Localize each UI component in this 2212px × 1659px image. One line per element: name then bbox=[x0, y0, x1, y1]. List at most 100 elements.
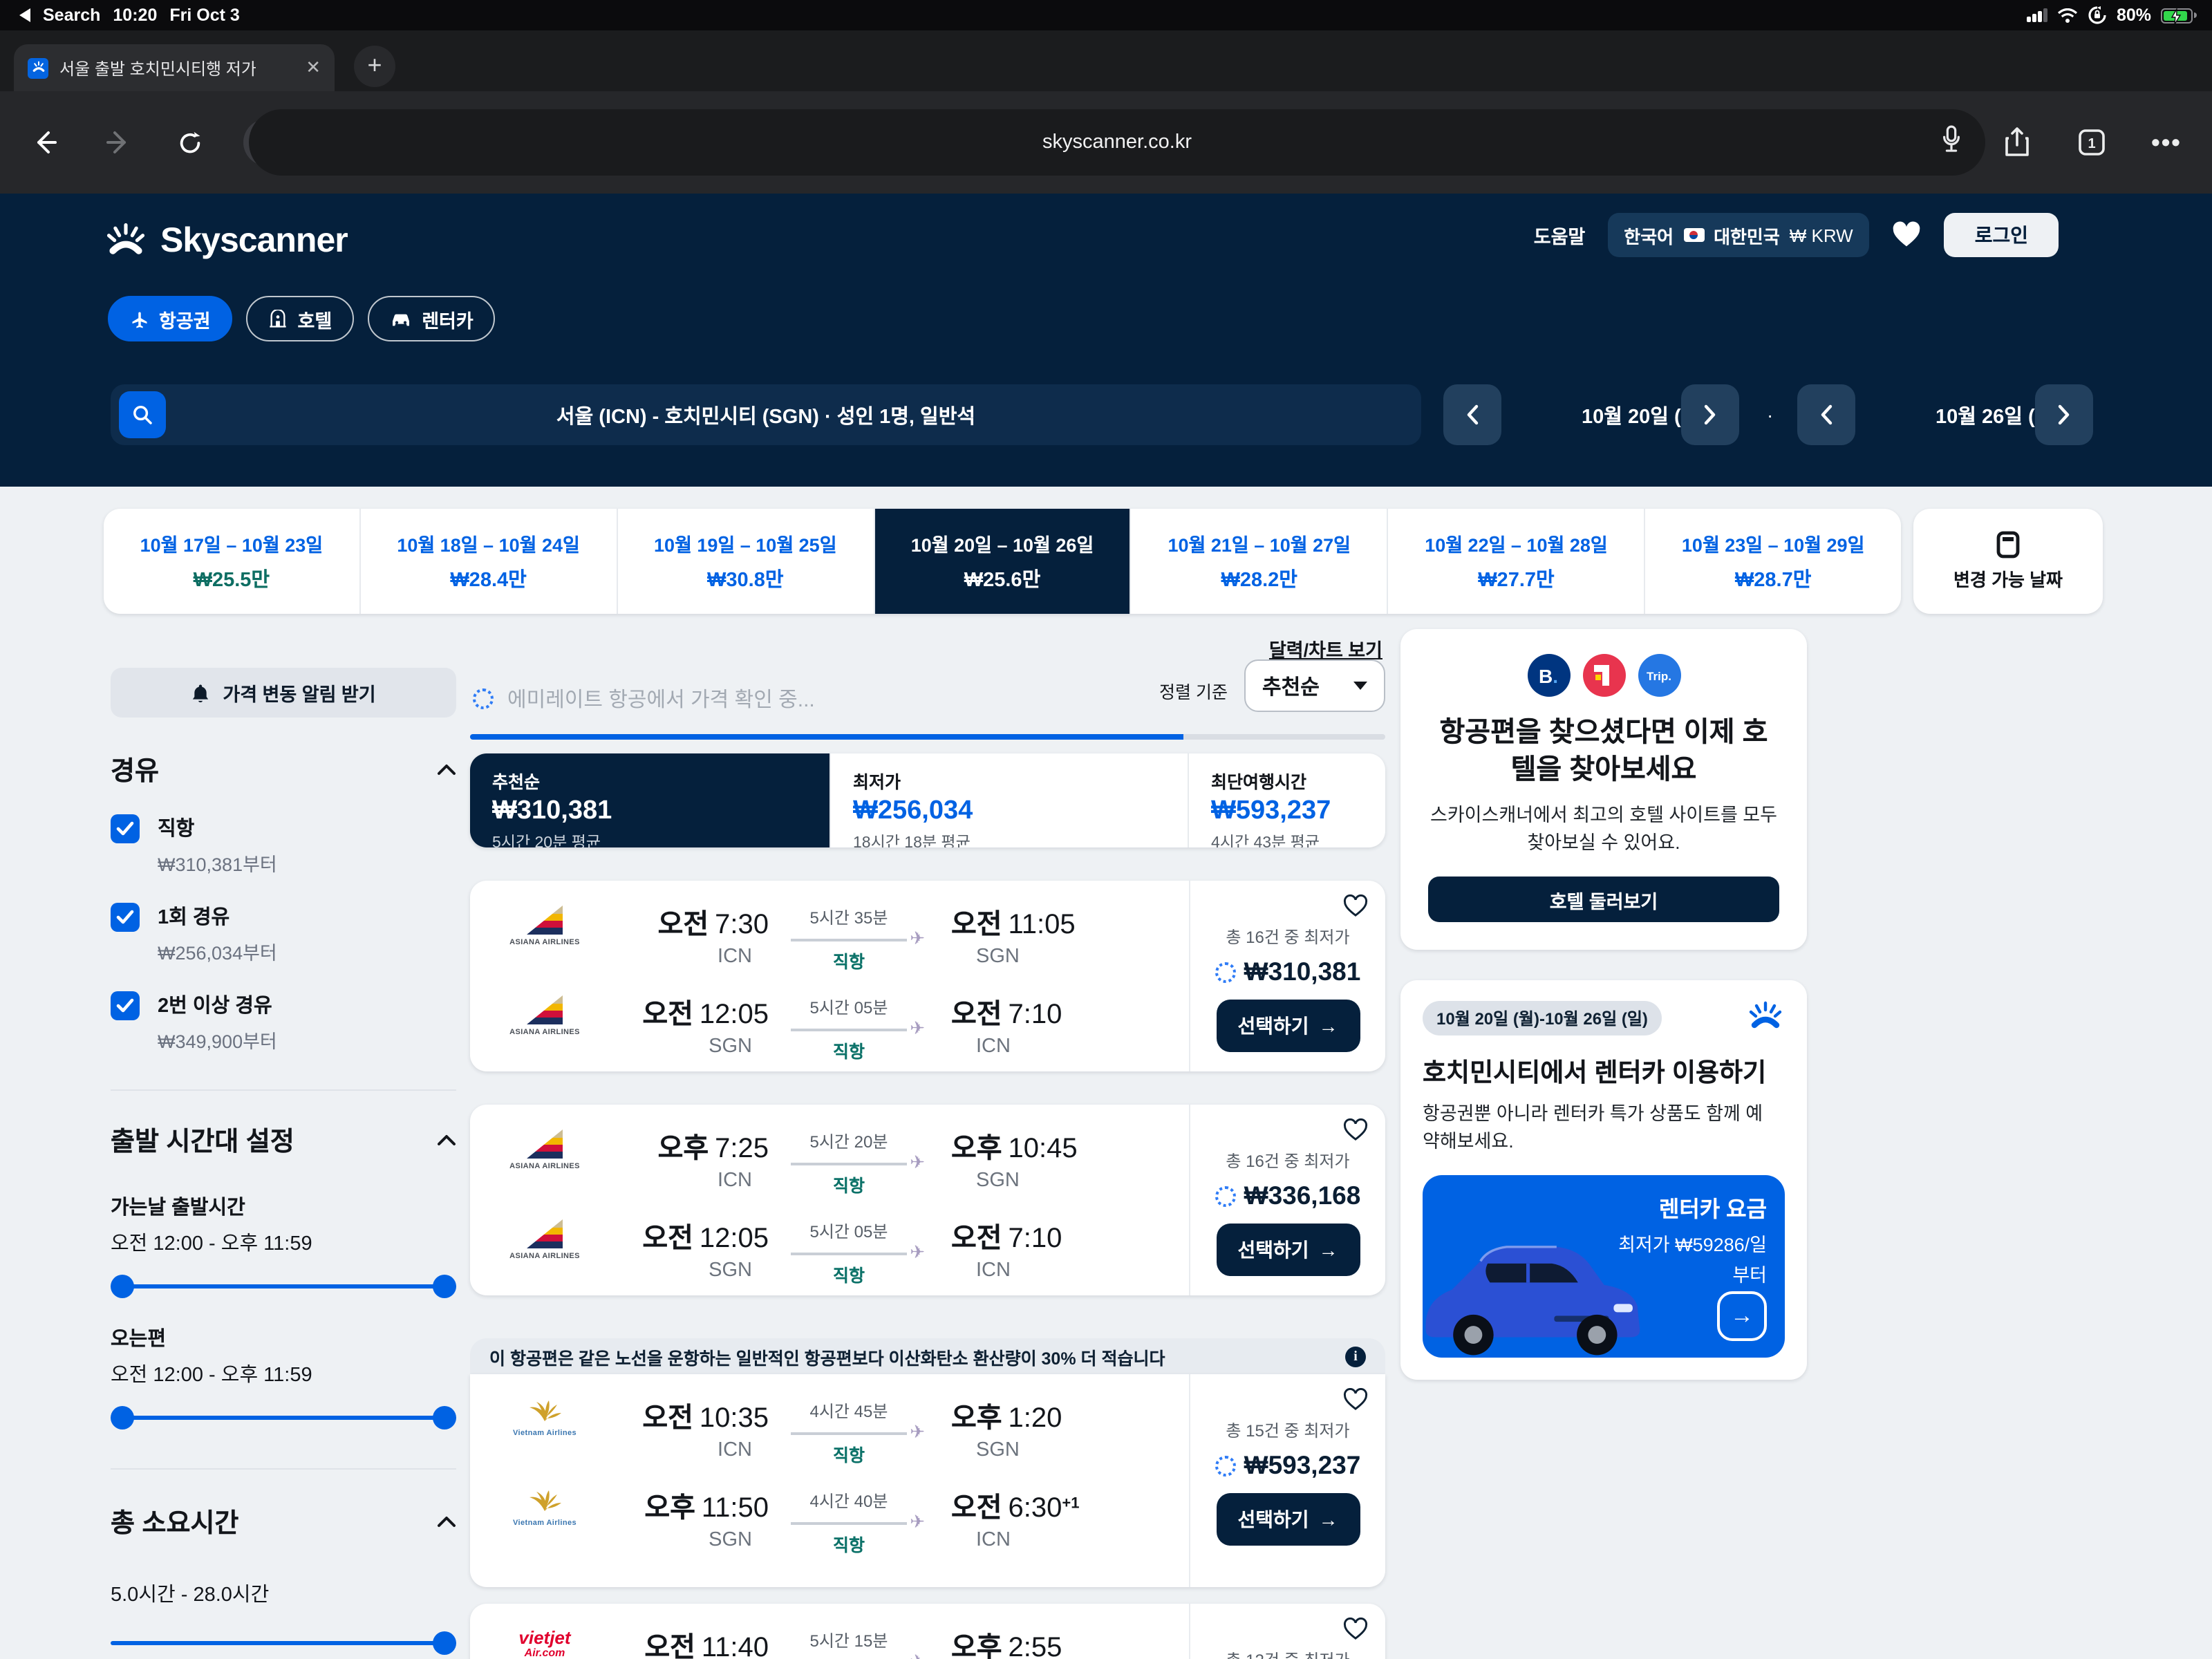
divider bbox=[111, 1468, 456, 1470]
chevron-down-icon bbox=[1353, 682, 1367, 690]
saved-heart-icon[interactable] bbox=[1892, 221, 1922, 249]
search-summary-bar[interactable]: 서울 (ICN) - 호치민시티 (SGN) · 성인 1명, 일반석 bbox=[111, 384, 1421, 445]
deal-count: 총 16건 중 최저가 bbox=[1226, 925, 1349, 948]
locale-selector[interactable]: 한국어 대한민국 ₩ KRW bbox=[1607, 213, 1869, 257]
duration-slider[interactable] bbox=[111, 1630, 456, 1655]
save-heart-icon[interactable] bbox=[1342, 1118, 1369, 1149]
share-icon[interactable] bbox=[1994, 119, 2041, 166]
search-icon[interactable] bbox=[119, 391, 166, 438]
reload-button[interactable] bbox=[166, 119, 213, 166]
locale-country: 대한민국 bbox=[1714, 222, 1780, 248]
skyscanner-favicon bbox=[28, 57, 48, 78]
select-button[interactable]: 선택하기→ bbox=[1216, 1493, 1360, 1546]
mic-icon[interactable] bbox=[1940, 123, 1963, 162]
new-tab-button[interactable]: + bbox=[354, 46, 395, 87]
car-promo-arrow-button[interactable]: → bbox=[1717, 1291, 1767, 1340]
return-date-next-button[interactable] bbox=[2035, 384, 2093, 445]
slider-handle-max[interactable] bbox=[433, 1406, 456, 1430]
depart-date-next-button[interactable] bbox=[1681, 384, 1739, 445]
browser-tab[interactable]: 서울 출발 호치민시티행 저가 ✕ bbox=[14, 44, 335, 91]
chevron-up-icon bbox=[437, 1515, 456, 1528]
date-tab-1[interactable]: 10월 17일 – 10월 23일₩25.5만 bbox=[104, 509, 361, 614]
sort-value: 추천순 bbox=[1262, 671, 1320, 700]
date-tab-7[interactable]: 10월 23일 – 10월 29일₩28.7만 bbox=[1645, 509, 1901, 614]
price-loading-spinner bbox=[1215, 962, 1236, 982]
cellular-signal-icon bbox=[2027, 8, 2047, 22]
save-heart-icon[interactable] bbox=[1342, 1618, 1369, 1648]
date-tab-5[interactable]: 10월 21일 – 10월 27일₩28.2만 bbox=[1132, 509, 1389, 614]
flight-card[interactable]: Vietnam Airlines 오전 10:35ICN 4시간 45분✈직항 … bbox=[470, 1374, 1385, 1587]
plane-icon: ✈ bbox=[910, 1241, 925, 1264]
skyscanner-logo[interactable]: Skyscanner bbox=[104, 221, 348, 261]
tab-close-icon[interactable]: ✕ bbox=[306, 57, 321, 79]
price: ₩336,168 bbox=[1244, 1181, 1361, 1211]
save-heart-icon[interactable] bbox=[1342, 894, 1369, 925]
flight-card[interactable]: ASIANA AIRLINES 오전 7:30ICN 5시간 35분✈직항 오전… bbox=[470, 881, 1385, 1071]
info-icon[interactable]: i bbox=[1345, 1346, 1366, 1367]
price-loading-spinner bbox=[1215, 1185, 1236, 1206]
select-button[interactable]: 선택하기→ bbox=[1216, 1000, 1360, 1052]
korea-flag-icon bbox=[1683, 228, 1704, 242]
save-heart-icon[interactable] bbox=[1342, 1388, 1369, 1418]
login-button[interactable]: 로그인 bbox=[1944, 213, 2059, 257]
date-tab-2[interactable]: 10월 18일 – 10월 24일₩28.4만 bbox=[361, 509, 618, 614]
forward-button[interactable] bbox=[94, 119, 141, 166]
slider-handle-max[interactable] bbox=[433, 1631, 456, 1655]
browser-menu-icon[interactable]: ••• bbox=[2143, 119, 2190, 166]
asiana-airlines-logo: ASIANA AIRLINES bbox=[484, 1125, 606, 1171]
results-column: 달력/차트 보기 에미레이트 항공에서 가격 확인 중... 정렬 기준 추천순… bbox=[470, 629, 1385, 1659]
browser-toolbar: skyscanner.co.kr 1 ••• bbox=[0, 91, 2212, 194]
date-tabs-strip: 10월 17일 – 10월 23일₩25.5만 10월 18일 – 10월 24… bbox=[0, 509, 2212, 614]
svg-text:1: 1 bbox=[2088, 136, 2095, 151]
price-alert-button[interactable]: 가격 변동 알림 받기 bbox=[111, 668, 456, 718]
depart-date-prev-button[interactable] bbox=[1443, 384, 1501, 445]
slider-handle-min[interactable] bbox=[111, 1275, 134, 1298]
url-bar[interactable]: skyscanner.co.kr bbox=[249, 109, 1985, 176]
skyscanner-sun-icon bbox=[104, 222, 148, 261]
back-button[interactable] bbox=[22, 119, 69, 166]
stops-section-header[interactable]: 경유 bbox=[111, 751, 456, 788]
nav-car-rental[interactable]: 렌터카 bbox=[368, 296, 496, 341]
slider-handle-min[interactable] bbox=[111, 1406, 134, 1430]
browser-tab-bar: 서울 출발 호치민시티행 저가 ✕ + bbox=[0, 30, 2212, 91]
duration-section-header[interactable]: 총 소요시간 bbox=[111, 1503, 456, 1540]
tab-cheapest[interactable]: 최저가 ₩256,034 18시간 18분 평균 bbox=[831, 753, 1189, 847]
nav-flights[interactable]: 항공권 bbox=[108, 296, 233, 341]
browse-hotels-button[interactable]: 호텔 둘러보기 bbox=[1428, 877, 1779, 922]
tab-switcher-icon[interactable]: 1 bbox=[2068, 119, 2115, 166]
flight-card[interactable]: ASIANA AIRLINES 오후 7:25ICN 5시간 20분✈직항 오후… bbox=[470, 1105, 1385, 1295]
date-tab-3[interactable]: 10월 19일 – 10월 25일₩30.8만 bbox=[617, 509, 874, 614]
back-to-app-label[interactable]: Search bbox=[43, 6, 100, 25]
car-price-suffix: 부터 bbox=[1618, 1259, 1767, 1286]
filter-one-stop[interactable]: 1회 경유₩256,034부터 bbox=[111, 901, 456, 965]
filter-two-plus-stops[interactable]: 2번 이상 경유₩349,900부터 bbox=[111, 990, 456, 1053]
chevron-up-icon bbox=[437, 763, 456, 776]
price: ₩310,381 bbox=[1244, 957, 1361, 987]
flexible-dates-button[interactable]: 변경 가능 날짜 bbox=[1913, 509, 2103, 614]
tab-fastest[interactable]: 최단여행시간 ₩593,237 4시간 43분 평균 bbox=[1189, 753, 1385, 847]
hotel-promo-card: B. Trip. 항공편을 찾으셨다면 이제 호텔을 찾아보세요 스카이스캐너에… bbox=[1400, 629, 1807, 950]
date-tab-6[interactable]: 10월 22일 – 10월 28일₩27.7만 bbox=[1389, 509, 1646, 614]
return-time-slider[interactable] bbox=[111, 1405, 456, 1430]
back-to-app-icon[interactable] bbox=[19, 8, 30, 22]
tab-recommended[interactable]: 추천순 ₩310,381 5시간 20분 평균 bbox=[470, 753, 831, 847]
tab-title: 서울 출발 호치민시티행 저가 bbox=[59, 56, 256, 79]
departure-times-section-header[interactable]: 출발 시간대 설정 bbox=[111, 1121, 456, 1159]
return-date-prev-button[interactable] bbox=[1797, 384, 1855, 445]
flight-card[interactable]: vietjetAir.com 오전 11:40ICN 5시간 15분✈직항 오후… bbox=[470, 1604, 1385, 1659]
date-tab-4-selected[interactable]: 10월 20일 – 10월 26일₩25.6만 bbox=[874, 509, 1132, 614]
checkbox-checked[interactable] bbox=[111, 991, 140, 1020]
car-promo-banner[interactable]: 렌터카 요금 최저가 ₩59286/일 부터 → bbox=[1423, 1174, 1785, 1357]
slider-handle-max[interactable] bbox=[433, 1275, 456, 1298]
checkbox-checked[interactable] bbox=[111, 903, 140, 932]
filters-sidebar: 가격 변동 알림 받기 경유 직항₩310,381부터 1회 경유₩256,03… bbox=[111, 629, 456, 1659]
nav-hotels[interactable]: 호텔 bbox=[247, 296, 355, 341]
outbound-time-slider[interactable] bbox=[111, 1273, 456, 1298]
plane-icon: ✈ bbox=[910, 1651, 925, 1659]
checkbox-checked[interactable] bbox=[111, 814, 140, 843]
filter-direct[interactable]: 직항₩310,381부터 bbox=[111, 813, 456, 877]
help-link[interactable]: 도움말 bbox=[1534, 221, 1586, 249]
sort-dropdown[interactable]: 추천순 bbox=[1244, 659, 1385, 712]
calendar-chart-view-link[interactable]: 달력/차트 보기 bbox=[1269, 635, 1382, 662]
select-button[interactable]: 선택하기→ bbox=[1216, 1224, 1360, 1276]
